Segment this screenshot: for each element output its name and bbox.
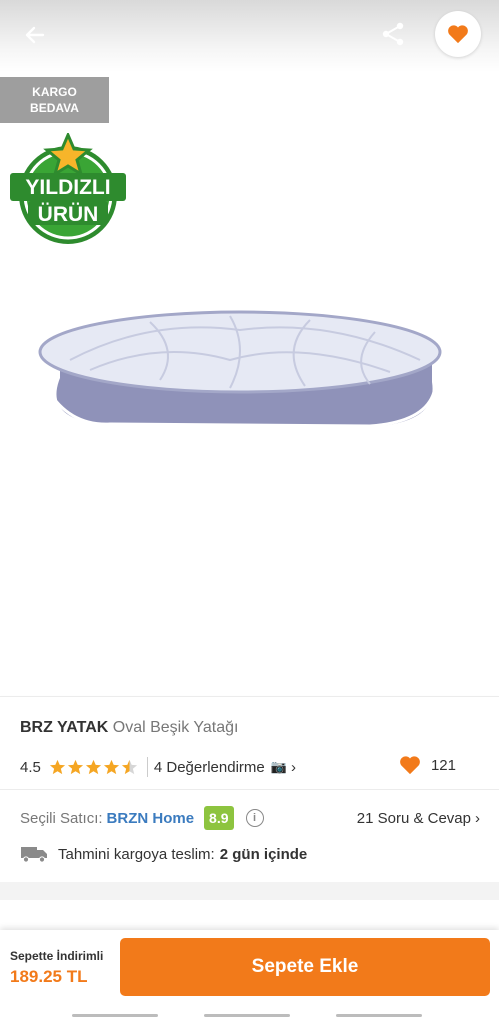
product-detail-screen: KARGO BEDAVA YILDIZLI ÜRÜN BRZ YATAK Ova… <box>0 0 499 1024</box>
delivery-estimate: Tahmini kargoya teslim: 2 gün içinde <box>20 845 307 863</box>
next-section <box>0 900 499 930</box>
add-to-cart-bar: Sepette İndirimli 189.25 TL Sepete Ekle <box>0 930 499 1005</box>
rating-divider <box>146 757 148 777</box>
chevron-right-icon: › <box>290 758 296 776</box>
share-icon <box>382 22 404 46</box>
product-info-card: BRZ YATAK Oval Beşik Yatağı 4.5 4 Değerl… <box>0 696 499 882</box>
truck-icon <box>21 847 47 863</box>
cargo-badge-line2: BEDAVA <box>30 101 79 115</box>
mattress-product-image <box>38 310 442 428</box>
delivery-value: 2 gün içinde <box>219 845 308 863</box>
nav-indicator <box>336 1014 422 1017</box>
favorite-button[interactable] <box>435 11 481 57</box>
cart-discount-label: Sepette İndirimli <box>10 949 104 963</box>
star-badge-line1: YILDIZLI <box>25 176 110 199</box>
reviews-count: 4 Değerlendirme <box>153 758 265 776</box>
share-button[interactable] <box>376 17 410 51</box>
info-icon[interactable]: i <box>245 809 264 827</box>
star-icon <box>85 759 101 775</box>
heart-icon <box>400 756 420 775</box>
starred-product-badge: YILDIZLI ÜRÜN <box>10 133 126 244</box>
seller-name-link[interactable]: BRZN Home <box>107 810 195 827</box>
star-icon <box>67 759 83 775</box>
half-star-icon <box>121 759 137 775</box>
product-brand[interactable]: BRZ YATAK <box>20 719 108 736</box>
product-name: Oval Beşik Yatağı <box>112 719 239 736</box>
camera-icon: 📷 <box>270 759 287 774</box>
star-icon <box>49 759 65 775</box>
chevron-right-icon: › <box>475 809 480 827</box>
seller-label: Seçili Satıcı: <box>20 809 103 827</box>
discounted-price: 189.25 TL <box>10 967 88 986</box>
rating-stars <box>49 759 139 775</box>
cargo-badge-line1: KARGO <box>32 85 77 99</box>
seller-row: Seçili Satıcı: BRZN Home 8.9 i 21 Soru &… <box>20 805 480 831</box>
nav-indicator <box>72 1014 158 1017</box>
seller-score-badge: 8.9 <box>204 806 234 830</box>
heart-icon <box>448 25 468 44</box>
nav-indicator <box>204 1014 290 1017</box>
questions-answers-link[interactable]: 21 Soru & Cevap › <box>357 810 480 827</box>
free-shipping-badge: KARGO BEDAVA <box>0 77 109 123</box>
add-to-cart-button[interactable]: Sepete Ekle <box>120 938 490 996</box>
product-title: BRZ YATAK Oval Beşik Yatağı <box>20 719 238 737</box>
section-gap <box>0 882 499 900</box>
reviews-link[interactable]: 4 Değerlendirme 📷 › <box>154 759 296 776</box>
delivery-label: Tahmini kargoya teslim: <box>58 845 215 863</box>
star-badge-line2: ÜRÜN <box>38 203 99 226</box>
rating-row: 4.5 4 Değerlendirme 📷 › 121 <box>20 755 480 779</box>
back-button[interactable] <box>18 18 52 52</box>
back-arrow-icon <box>25 26 45 44</box>
qa-label: 21 Soru & Cevap <box>356 809 471 827</box>
system-nav-bar <box>0 1005 499 1024</box>
star-icon <box>103 759 119 775</box>
product-image-gallery[interactable]: KARGO BEDAVA YILDIZLI ÜRÜN <box>0 0 499 696</box>
likes-value: 121 <box>430 756 456 774</box>
divider <box>0 789 499 790</box>
rating-score: 4.5 <box>20 758 41 776</box>
top-app-bar <box>0 0 499 72</box>
likes-count[interactable]: 121 <box>399 755 456 775</box>
